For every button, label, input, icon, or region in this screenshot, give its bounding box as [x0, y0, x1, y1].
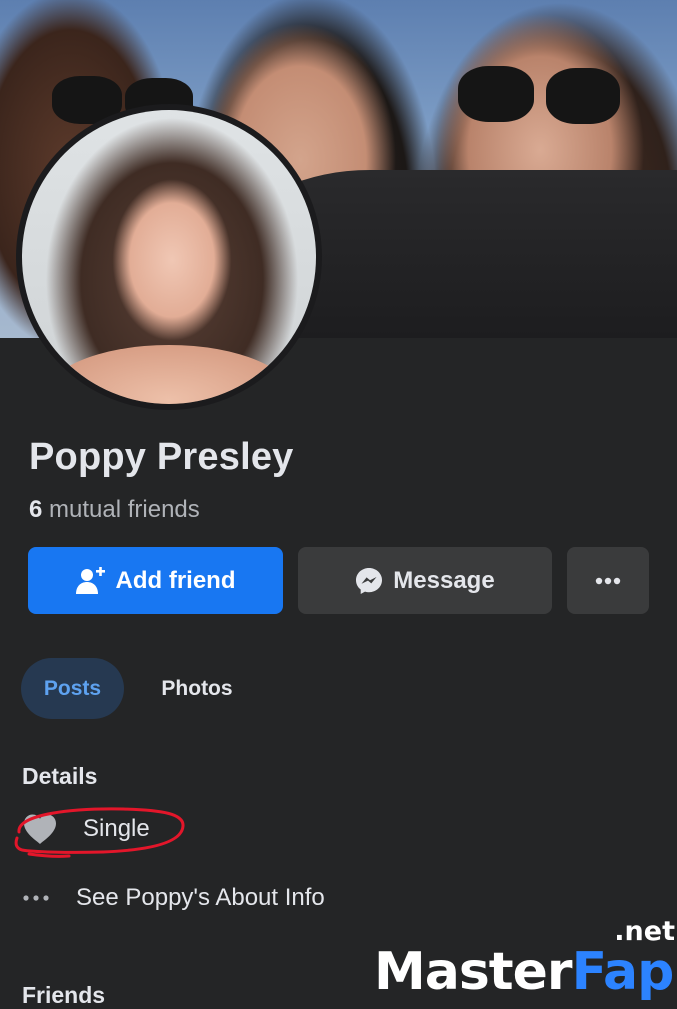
more-options-button[interactable] [567, 547, 649, 614]
tab-photos[interactable]: Photos [138, 658, 256, 719]
profile-picture[interactable] [16, 104, 322, 410]
message-label: Message [393, 566, 495, 594]
profile-picture-shoulders [42, 345, 296, 404]
watermark-suffix: .net [614, 916, 675, 947]
messenger-icon [355, 567, 383, 595]
profile-picture-image [22, 110, 316, 404]
profile-name: Poppy Presley [29, 436, 294, 478]
mutual-friends-count: 6 [29, 496, 43, 523]
tab-posts[interactable]: Posts [21, 658, 124, 719]
about-info-link[interactable]: See Poppy's About Info [22, 884, 325, 912]
cover-photo-sunglasses-right-2 [546, 68, 620, 124]
mutual-friends[interactable]: 6 mutual friends [29, 496, 200, 524]
more-dots-icon [22, 894, 68, 902]
more-dots-icon [595, 577, 621, 585]
add-friend-label: Add friend [115, 566, 236, 594]
add-friend-icon [75, 566, 106, 595]
friends-heading: Friends [22, 982, 106, 1008]
watermark-main: MasterFap [374, 942, 674, 1002]
cover-photo-sunglasses-right [458, 66, 534, 122]
about-info-label: See Poppy's About Info [76, 884, 325, 911]
add-friend-button[interactable]: Add friend [28, 547, 283, 614]
red-annotation-circle [14, 807, 185, 858]
message-button[interactable]: Message [298, 547, 552, 614]
mutual-friends-label: mutual friends [49, 496, 200, 523]
details-heading: Details [22, 763, 98, 789]
watermark-logo: MasterFap .net [374, 914, 677, 1000]
